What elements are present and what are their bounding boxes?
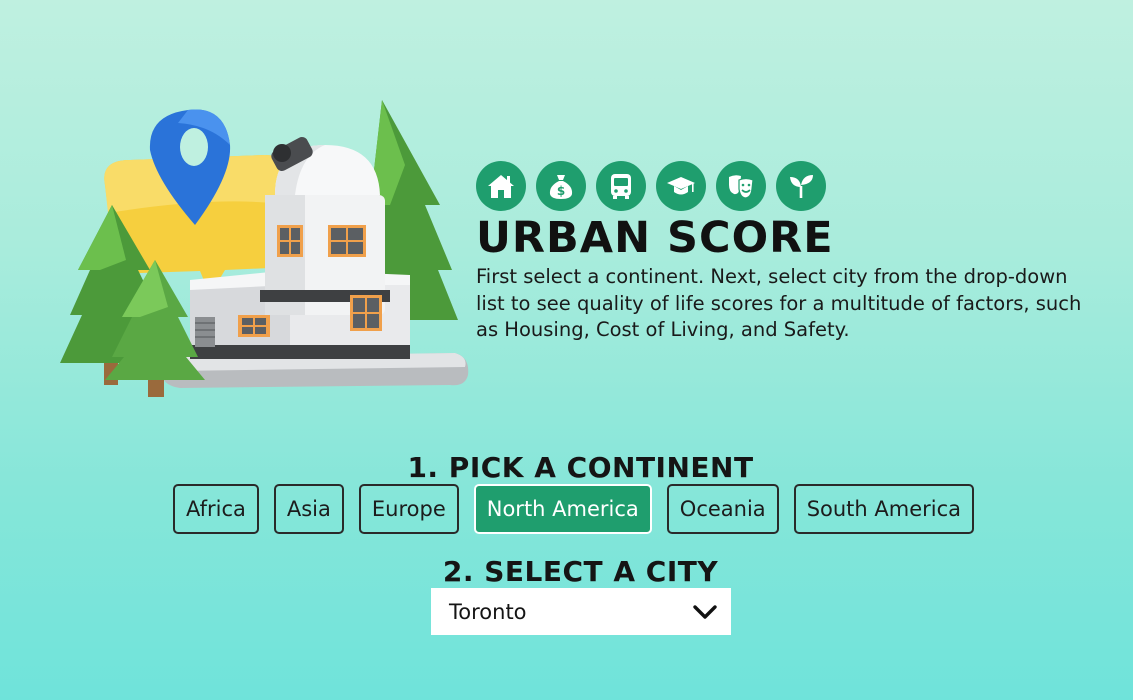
continent-button-north-america[interactable]: North America [473, 484, 652, 534]
bus-icon [596, 161, 646, 211]
graduation-cap-icon [656, 161, 706, 211]
step1-heading: 1. PICK A CONTINENT [407, 451, 754, 484]
header-section: $ URBAN SCORE First select a continent. … [476, 161, 1096, 344]
category-icon-row: $ [476, 161, 1096, 211]
continent-button-asia[interactable]: Asia [273, 484, 344, 534]
money-bag-icon: $ [536, 161, 586, 211]
theater-masks-icon [716, 161, 766, 211]
city-select-value: Toronto [449, 599, 527, 624]
house-icon [476, 161, 526, 211]
app-title: URBAN SCORE [476, 213, 834, 263]
intro-text: First select a continent. Next, select c… [476, 265, 1082, 341]
continent-button-africa[interactable]: Africa [172, 484, 259, 534]
chevron-down-icon [693, 605, 717, 619]
continent-button-group: Africa Asia Europe North America Oceania… [0, 484, 1133, 534]
sprout-icon [776, 161, 826, 211]
continent-button-europe[interactable]: Europe [358, 484, 459, 534]
city-select-dropdown[interactable]: Toronto [431, 588, 731, 635]
continent-button-south-america[interactable]: South America [793, 484, 975, 534]
observatory-illustration [60, 100, 469, 397]
step2-heading: 2. SELECT A CITY [442, 555, 719, 588]
continent-button-oceania[interactable]: Oceania [666, 484, 779, 534]
svg-text:$: $ [557, 184, 565, 198]
